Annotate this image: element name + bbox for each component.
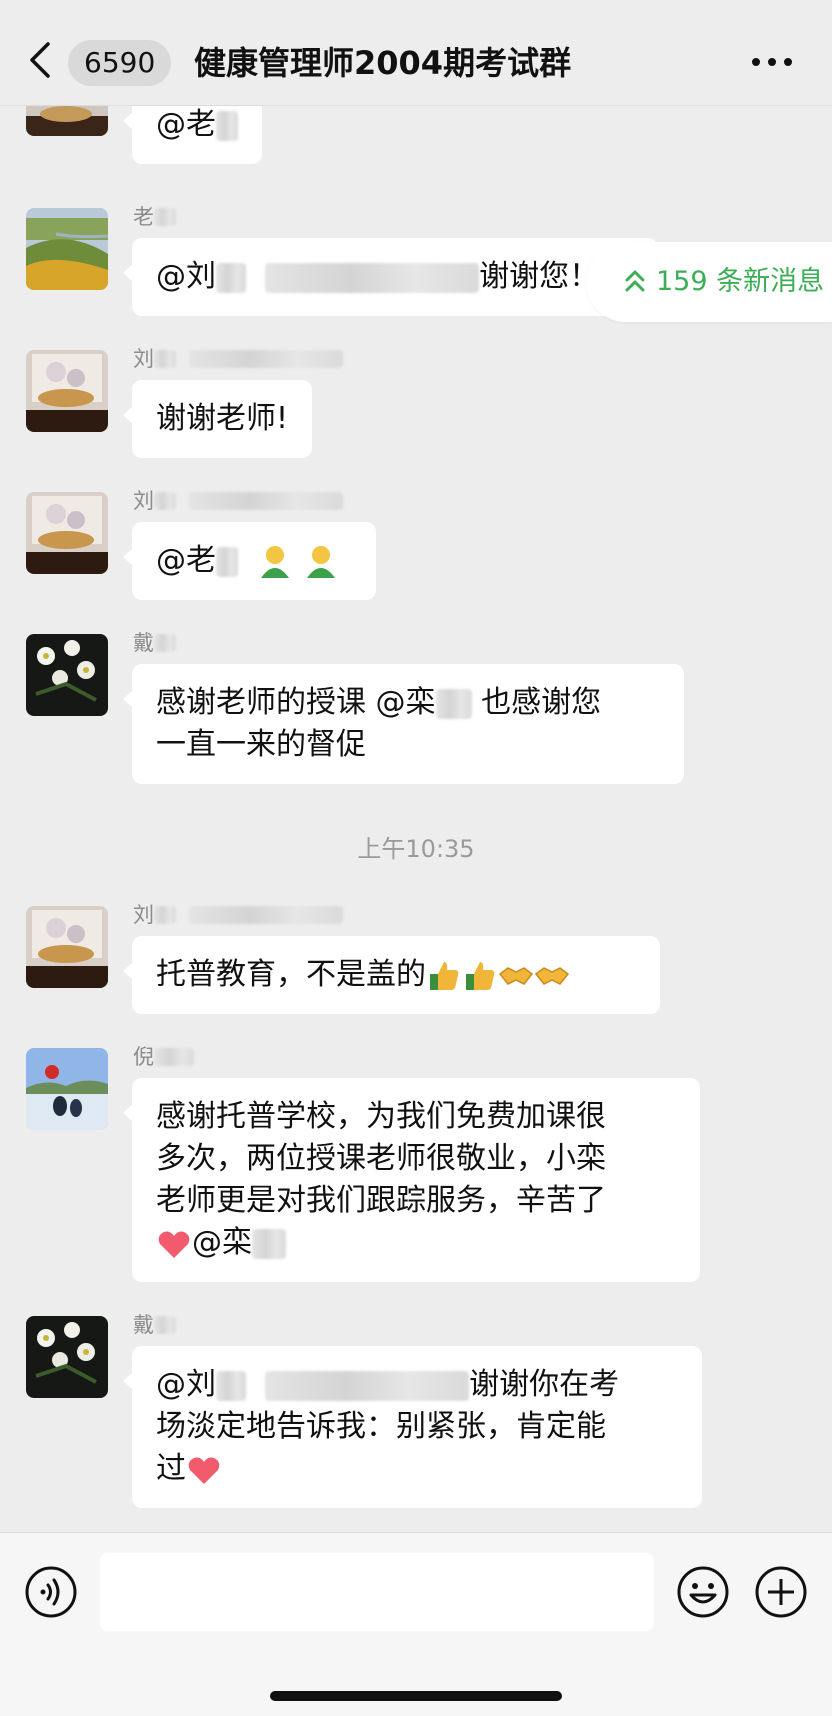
home-indicator[interactable] xyxy=(270,1691,562,1701)
message-bubble[interactable]: 谢谢老师! xyxy=(122,380,313,458)
message-text: 多次，两位授课老师很敬业，小栾 xyxy=(156,1141,606,1176)
message-bubble[interactable]: 托普教育，不是盖的 xyxy=(123,936,660,1014)
handshake-icon xyxy=(498,966,534,985)
avatar[interactable] xyxy=(26,350,108,432)
message-bubble[interactable]: @刘 谢谢您！ xyxy=(123,238,658,316)
sender-name: 戴 xyxy=(133,630,176,656)
message-bubble[interactable]: @老 xyxy=(123,106,262,164)
plus-icon[interactable] xyxy=(754,1565,808,1619)
thumbs-up-icon xyxy=(466,961,495,990)
message-input[interactable] xyxy=(100,1553,654,1631)
handshake-icon xyxy=(534,966,570,985)
chat-header: 6590 健康管理师2004期考试群 xyxy=(0,0,832,106)
message-text: 谢谢老师! xyxy=(156,401,289,436)
message-text: 过 xyxy=(156,1448,678,1490)
sender-name: 倪 xyxy=(133,1044,194,1070)
message-text: @刘 谢谢你在考 xyxy=(156,1367,620,1402)
avatar[interactable] xyxy=(26,492,108,574)
message-text: 托普教育，不是盖的 xyxy=(156,957,426,992)
avatar[interactable] xyxy=(26,208,108,290)
sender-name: 刘 xyxy=(133,902,344,928)
message-text: @栾 xyxy=(156,1222,676,1264)
message-text: 一直一来的督促 xyxy=(156,727,366,762)
sender-name: 老 xyxy=(133,204,176,230)
more-dots-icon[interactable] xyxy=(752,56,792,68)
message-bubble[interactable]: @刘 谢谢你在考 场淡定地告诉我：别紧张，肯定能 过 xyxy=(123,1346,702,1508)
message-text: 场淡定地告诉我：别紧张，肯定能 xyxy=(156,1409,606,1444)
thumbs-up-icon xyxy=(430,961,459,990)
message-text: @刘 xyxy=(156,259,216,294)
time-divider: 上午10:35 xyxy=(357,835,475,863)
message-text: 感谢托普学校，为我们免费加课很 xyxy=(156,1099,606,1134)
sender-name: 刘 xyxy=(133,488,344,514)
new-messages-label: 159 条新消息 xyxy=(656,266,825,297)
chat-title: 健康管理师2004期考试群 xyxy=(194,44,572,82)
message-text: @老 xyxy=(156,543,216,578)
avatar[interactable] xyxy=(26,1048,108,1130)
message-bubble[interactable]: 感谢托普学校，为我们免费加课很 多次，两位授课老师很敬业，小栾 老师更是对我们跟… xyxy=(123,1078,700,1282)
unread-count-badge[interactable]: 6590 xyxy=(68,40,172,86)
heart-icon xyxy=(158,1231,190,1258)
sender-name: 戴 xyxy=(133,1312,176,1338)
message-text: @老 xyxy=(156,107,216,142)
message-bubble[interactable]: 感谢老师的授课 @栾 也感谢您 一直一来的督促 xyxy=(123,664,684,784)
person-emoji-icon xyxy=(261,545,290,578)
message-text: 谢谢您！ xyxy=(479,259,600,294)
chevron-left-icon[interactable] xyxy=(26,40,54,80)
person-emoji-icon xyxy=(306,545,335,578)
avatar[interactable] xyxy=(26,106,108,136)
heart-icon xyxy=(188,1457,220,1484)
message-bubble[interactable]: @老 xyxy=(123,522,376,600)
message-text: 感谢老师的授课 @栾 也感谢您 xyxy=(156,685,602,720)
avatar[interactable] xyxy=(26,634,108,716)
new-messages-button[interactable]: 159 条新消息 xyxy=(586,242,832,322)
emoji-icon[interactable] xyxy=(676,1565,730,1619)
sender-name: 刘 xyxy=(133,346,344,372)
voice-icon[interactable] xyxy=(24,1565,78,1619)
avatar[interactable] xyxy=(26,1316,108,1398)
double-chevron-up-icon xyxy=(625,270,645,292)
input-bar xyxy=(0,1532,832,1716)
message-text: 老师更是对我们跟踪服务，辛苦了 xyxy=(156,1183,606,1218)
avatar[interactable] xyxy=(26,906,108,988)
message-list[interactable]: 159 条新消息 @老 老 @刘 谢谢您！ 刘 谢谢老师! 刘 @老 戴 感谢老… xyxy=(0,106,832,1532)
